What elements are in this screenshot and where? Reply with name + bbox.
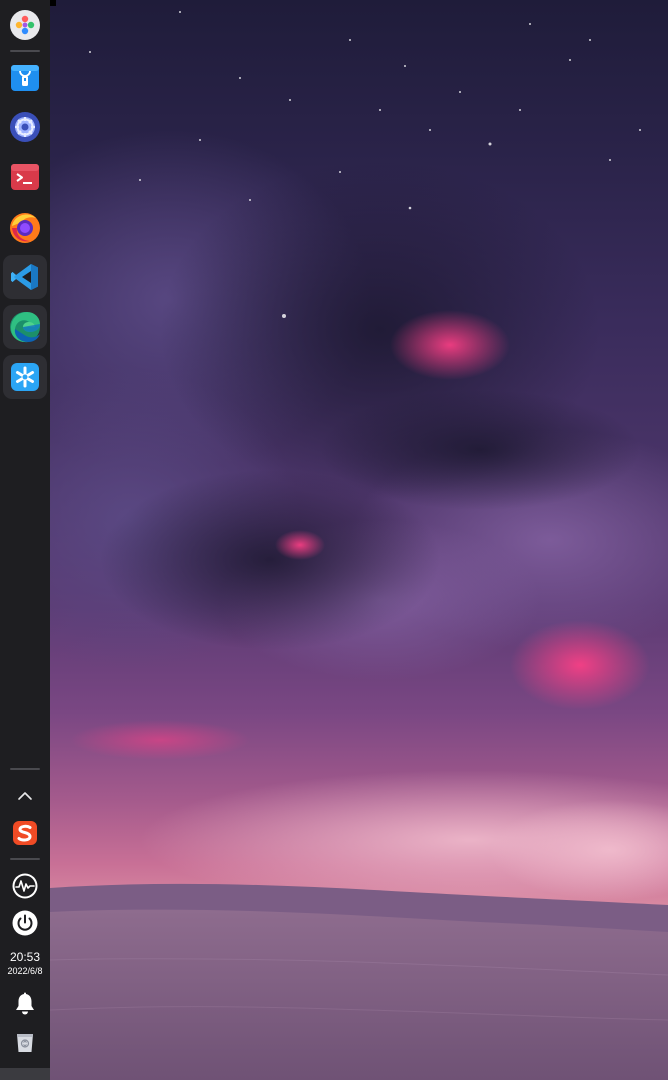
terminal-icon (11, 164, 39, 190)
tray-clock[interactable]: 20:53 2022/6/8 (0, 950, 50, 977)
tray-expand-button[interactable] (9, 780, 41, 812)
launcher-icon (10, 10, 40, 40)
dock-item-vscode[interactable] (3, 255, 47, 299)
launcher-button[interactable] (3, 3, 47, 47)
dock-item-app-store[interactable] (3, 55, 47, 99)
tray-trash[interactable] (9, 1026, 41, 1058)
dock-panel: 20:53 2022/6/8 (0, 0, 50, 1080)
edge-browser-icon (10, 312, 41, 343)
firefox-icon (10, 213, 40, 243)
dock-separator (10, 858, 40, 860)
dock-separator (10, 768, 40, 770)
power-icon (12, 910, 38, 936)
tray-notifications[interactable] (9, 988, 41, 1020)
dock-bottom-strip (0, 1068, 50, 1080)
trash-icon (17, 1034, 33, 1052)
bell-icon (16, 992, 34, 1015)
dock-item-terminal[interactable] (3, 155, 47, 199)
dock-item-firefox[interactable] (3, 205, 47, 249)
system-monitor-icon (12, 873, 38, 899)
dock-item-screenshot[interactable] (3, 355, 47, 399)
tray-power-button[interactable] (9, 907, 41, 939)
dock-item-settings[interactable] (3, 105, 47, 149)
sogou-input-icon (13, 821, 37, 845)
tray-input-method[interactable] (9, 817, 41, 849)
desktop-wallpaper[interactable] (50, 0, 668, 1080)
corner-marker (50, 0, 56, 6)
dock-item-edge[interactable] (3, 305, 47, 349)
tray-system-monitor[interactable] (9, 870, 41, 902)
clock-date: 2022/6/8 (7, 966, 43, 976)
screenshot-tool-icon (11, 363, 39, 391)
wallpaper-art (50, 11, 668, 1080)
vscode-icon (11, 264, 38, 290)
app-store-icon (11, 65, 39, 91)
clock-time: 20:53 (9, 950, 41, 964)
settings-gear-icon (10, 112, 40, 142)
dock-separator (10, 50, 40, 52)
chevron-up-icon (18, 792, 32, 800)
